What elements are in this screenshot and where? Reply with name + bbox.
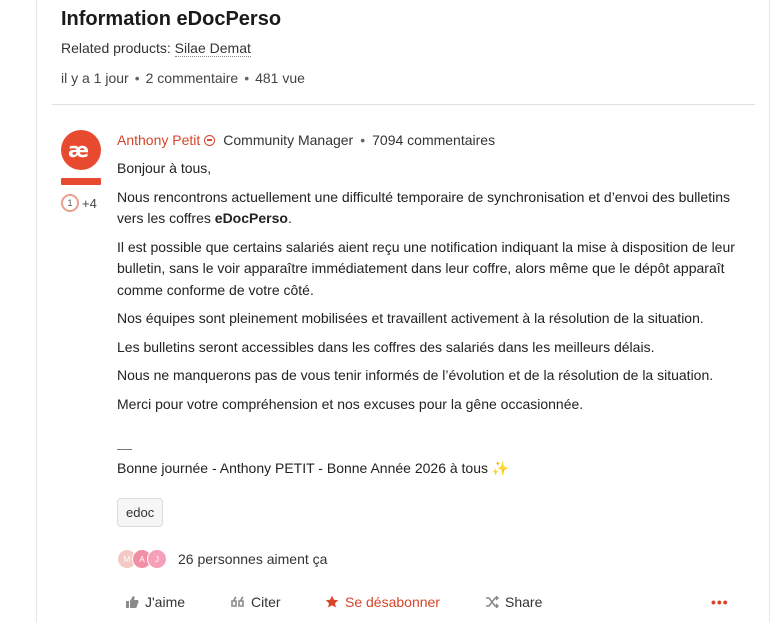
tag-chip[interactable]: edoc	[117, 497, 164, 527]
unsubscribe-label: Se désabonner	[345, 594, 440, 610]
thumbs-up-icon	[125, 595, 139, 609]
avatar: J	[147, 549, 167, 569]
avatar[interactable]: æ	[61, 130, 101, 170]
author-line: Anthony Petit Community Manager • 7094 c…	[117, 130, 496, 150]
quote-label: Citer	[251, 594, 281, 610]
author-badges[interactable]: 1 +4	[61, 194, 101, 212]
post-body: Anthony Petit Community Manager • 7094 c…	[117, 130, 747, 527]
post-paragraph: Nos équipes sont pleinement mobilisées e…	[117, 310, 704, 326]
author-name[interactable]: Anthony Petit	[117, 130, 200, 150]
star-icon	[325, 595, 339, 609]
bold-product-name: eDocPerso	[214, 210, 288, 226]
content-right-border	[769, 0, 770, 622]
post-paragraph: Il est possible que certains salariés ai…	[117, 238, 735, 298]
share-button[interactable]: Share	[485, 594, 542, 610]
svg-text:æ: æ	[68, 138, 89, 162]
post-signature: Bonne journée - Anthony PETIT - Bonne An…	[117, 460, 510, 476]
staff-icon	[204, 134, 216, 146]
related-product-link[interactable]: Silae Demat	[174, 40, 251, 57]
related-products-label: Related products:	[61, 40, 171, 56]
author-column: æ 1 +4	[61, 130, 101, 212]
topic-header: Information eDocPerso	[61, 6, 281, 32]
quote-button[interactable]: Citer	[231, 594, 281, 610]
likes-count-text: 26 personnes aiment ça	[178, 551, 328, 567]
share-label: Share	[505, 594, 543, 610]
topic-view-count: 481 vue	[255, 70, 305, 86]
topic-time: il y a 1 jour	[61, 70, 129, 86]
author-role: Community Manager	[223, 132, 354, 148]
liker-avatars: M A J	[117, 549, 167, 569]
quote-icon	[231, 596, 245, 608]
post-paragraph: Les bulletins seront accessibles dans le…	[117, 338, 655, 355]
topic-meta: il y a 1 jour • 2 commentaire • 481 vue	[61, 70, 305, 86]
post-greeting: Bonjour à tous,	[117, 160, 212, 176]
rank-badge-icon: 1	[61, 194, 79, 212]
badge-extra-count: +4	[82, 195, 97, 211]
like-button[interactable]: J'aime	[125, 594, 185, 610]
post-paragraph: Nous rencontrons actuellement une diffic…	[117, 188, 730, 227]
related-products: Related products: Silae Demat	[61, 40, 251, 57]
likes-summary[interactable]: M A J 26 personnes aiment ça	[117, 549, 327, 569]
like-label: J'aime	[145, 594, 186, 610]
author-rank-bar	[61, 178, 101, 185]
post-actions: J'aime Citer Se désabonner Share •••	[0, 594, 781, 614]
unsubscribe-button[interactable]: Se désabonner	[325, 594, 440, 610]
silae-logo-icon: æ	[68, 138, 89, 162]
post-paragraph: Nous ne manquerons pas de vous tenir inf…	[117, 367, 714, 383]
signature-separator	[117, 449, 132, 450]
content-left-border	[36, 0, 37, 622]
more-options-icon[interactable]: •••	[711, 594, 729, 610]
topic-comment-count[interactable]: 2 commentaire	[146, 70, 239, 86]
header-divider	[52, 104, 755, 105]
author-comment-count: 7094 commentaires	[372, 132, 496, 148]
post-paragraph: Merci pour votre compréhension et nos ex…	[117, 395, 584, 412]
topic-title: Information eDocPerso	[61, 8, 282, 30]
shuffle-share-icon	[485, 596, 499, 608]
